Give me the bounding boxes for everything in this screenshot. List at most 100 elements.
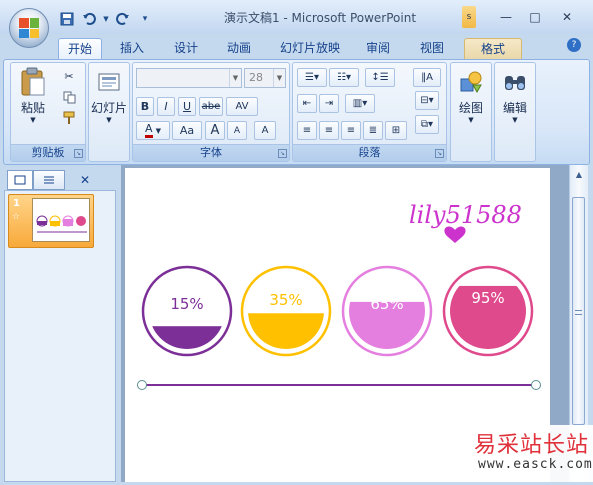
decrease-indent-button[interactable]: ⇤ [297,94,317,113]
close-button[interactable]: ✕ [552,6,582,28]
underline-button[interactable]: U [178,97,196,116]
site-watermark-url: www.easck.com [478,457,593,472]
undo-dropdown-icon[interactable]: ▼ [102,10,110,28]
clear-formatting-button[interactable]: A [254,121,276,140]
columns-button[interactable]: ▥▾ [345,94,375,113]
font-size-combo[interactable]: 28 ▼ [244,68,286,88]
font-launcher-icon[interactable]: ↘ [278,149,287,158]
save-icon[interactable] [58,10,76,28]
new-slide-button[interactable]: 幻灯片 ▼ [89,67,129,124]
font-color-label: A [145,123,153,138]
binoculars-icon [500,67,530,97]
smartart-button[interactable]: ⧉▾ [415,115,439,134]
new-slide-icon [94,67,124,97]
tab-home[interactable]: 开始 [58,38,102,60]
align-center-button[interactable]: ≡ [319,121,339,140]
distributed-button[interactable]: ⊞ [385,121,407,140]
tab-slideshow[interactable]: 幻灯片放映 [272,38,348,60]
slide-transition-icon: ☆ [12,212,21,222]
tab-review[interactable]: 审阅 [358,38,398,60]
tab-format[interactable]: 格式 [464,38,522,60]
circle-percent-label: 65% [370,295,403,313]
grow-font-button[interactable]: A [205,121,225,140]
progress-circle-3[interactable]: 65% [341,265,433,357]
new-slide-label: 幻灯片 [90,101,127,115]
justify-button[interactable]: ≣ [363,121,383,140]
paragraph-launcher-icon[interactable]: ↘ [435,149,444,158]
font-name-combo[interactable]: ▼ [136,68,242,88]
site-watermark: 易采站长站 www.easck.com [468,425,593,482]
circle-percent-label: 95% [471,289,504,307]
drawing-dropdown-icon: ▼ [468,116,474,124]
clipboard-group: 粘贴 ▼ ✂ 剪贴板 ↘ [10,62,86,162]
align-right-button[interactable]: ≡ [341,121,361,140]
watermark-text: lily51588 [409,201,522,229]
format-painter-icon[interactable] [59,109,79,127]
progress-circle-2[interactable]: 35% [240,265,332,357]
tab-outline-view[interactable] [33,170,65,190]
drawing-group: 绘图 ▼ [450,62,492,162]
increase-indent-button[interactable]: ⇥ [319,94,339,113]
tab-animation[interactable]: 动画 [219,38,259,60]
character-spacing-button[interactable]: AV [226,97,258,116]
tab-insert[interactable]: 插入 [112,38,152,60]
clipboard-launcher-icon[interactable]: ↘ [74,149,83,158]
slides-group: 幻灯片 ▼ [88,62,130,162]
minimize-button[interactable]: — [493,6,519,28]
font-size-dropdown-icon: ▼ [273,69,285,87]
bold-button[interactable]: B [136,97,154,116]
circle-percent-label: 15% [170,295,203,313]
shrink-font-button[interactable]: A [227,121,247,140]
undo-icon[interactable] [80,10,98,28]
text-direction-button[interactable]: ‖A [413,68,441,87]
font-size-value: 28 [249,71,263,84]
tab-design[interactable]: 设计 [166,38,206,60]
outline-view-icon [44,176,54,184]
timeline-end-handle[interactable] [531,380,541,390]
line-spacing-button[interactable]: ↕☰ [365,68,395,87]
quick-access-toolbar: ▼ ▾ [58,9,154,29]
office-button[interactable] [9,8,49,48]
font-group-label: 字体 [133,144,289,161]
change-case-button[interactable]: Aa [172,121,202,140]
shapes-icon [456,67,486,97]
font-color-dropdown-icon: ▼ [155,126,161,135]
timeline-line[interactable] [137,380,541,390]
font-name-dropdown-icon: ▼ [229,69,241,87]
align-text-button[interactable]: ⊟▾ [415,91,439,110]
paragraph-group: ☰▾ ☷▾ ↕☰ ‖A ⇤ ⇥ ▥▾ ⊟▾ ≡ ≡ ≡ ≣ ⊞ ⧉▾ 段落 ↘ [292,62,447,162]
progress-circle-4[interactable]: 95% [442,265,534,357]
timeline-start-handle[interactable] [137,380,147,390]
bullets-button[interactable]: ☰▾ [297,68,327,87]
align-left-button[interactable]: ≡ [297,121,317,140]
slides-view-icon [14,175,26,185]
help-icon[interactable]: ? [567,38,581,52]
maximize-button[interactable]: □ [522,6,548,28]
tab-view[interactable]: 视图 [412,38,452,60]
italic-button[interactable]: I [157,97,175,116]
paste-button[interactable]: 粘贴 ▼ [17,67,49,124]
office-logo-icon [19,18,39,38]
scroll-up-icon[interactable]: ▲ [571,167,587,183]
scrollbar-grip-icon [575,310,582,315]
help-pin-icon[interactable]: ꜱ [462,6,476,28]
editing-dropdown-icon: ▼ [512,116,518,124]
editing-button[interactable]: 编辑 ▼ [495,67,535,124]
site-watermark-title: 易采站长站 [474,433,590,458]
scrollbar-thumb[interactable] [572,197,585,425]
drawing-button[interactable]: 绘图 ▼ [451,67,491,124]
customize-icon[interactable]: ▾ [136,10,154,28]
font-group: ▼ 28 ▼ B I U abe AV A ▼ Aa A A A 字体 ↘ [132,62,290,162]
redo-icon[interactable] [114,10,132,28]
tab-slides-view[interactable] [7,170,33,190]
progress-circle-1[interactable]: 15% [141,265,233,357]
cut-icon[interactable]: ✂ [59,67,79,85]
slide-watermark: lily51588 [409,201,522,243]
panel-close-button[interactable]: ✕ [76,170,94,190]
copy-icon[interactable] [59,88,79,106]
strikethrough-button[interactable]: abe [199,97,223,116]
numbering-button[interactable]: ☷▾ [329,68,359,87]
font-color-button[interactable]: A ▼ [136,121,170,140]
paste-icon [18,67,48,97]
paste-dropdown-icon: ▼ [30,116,36,124]
